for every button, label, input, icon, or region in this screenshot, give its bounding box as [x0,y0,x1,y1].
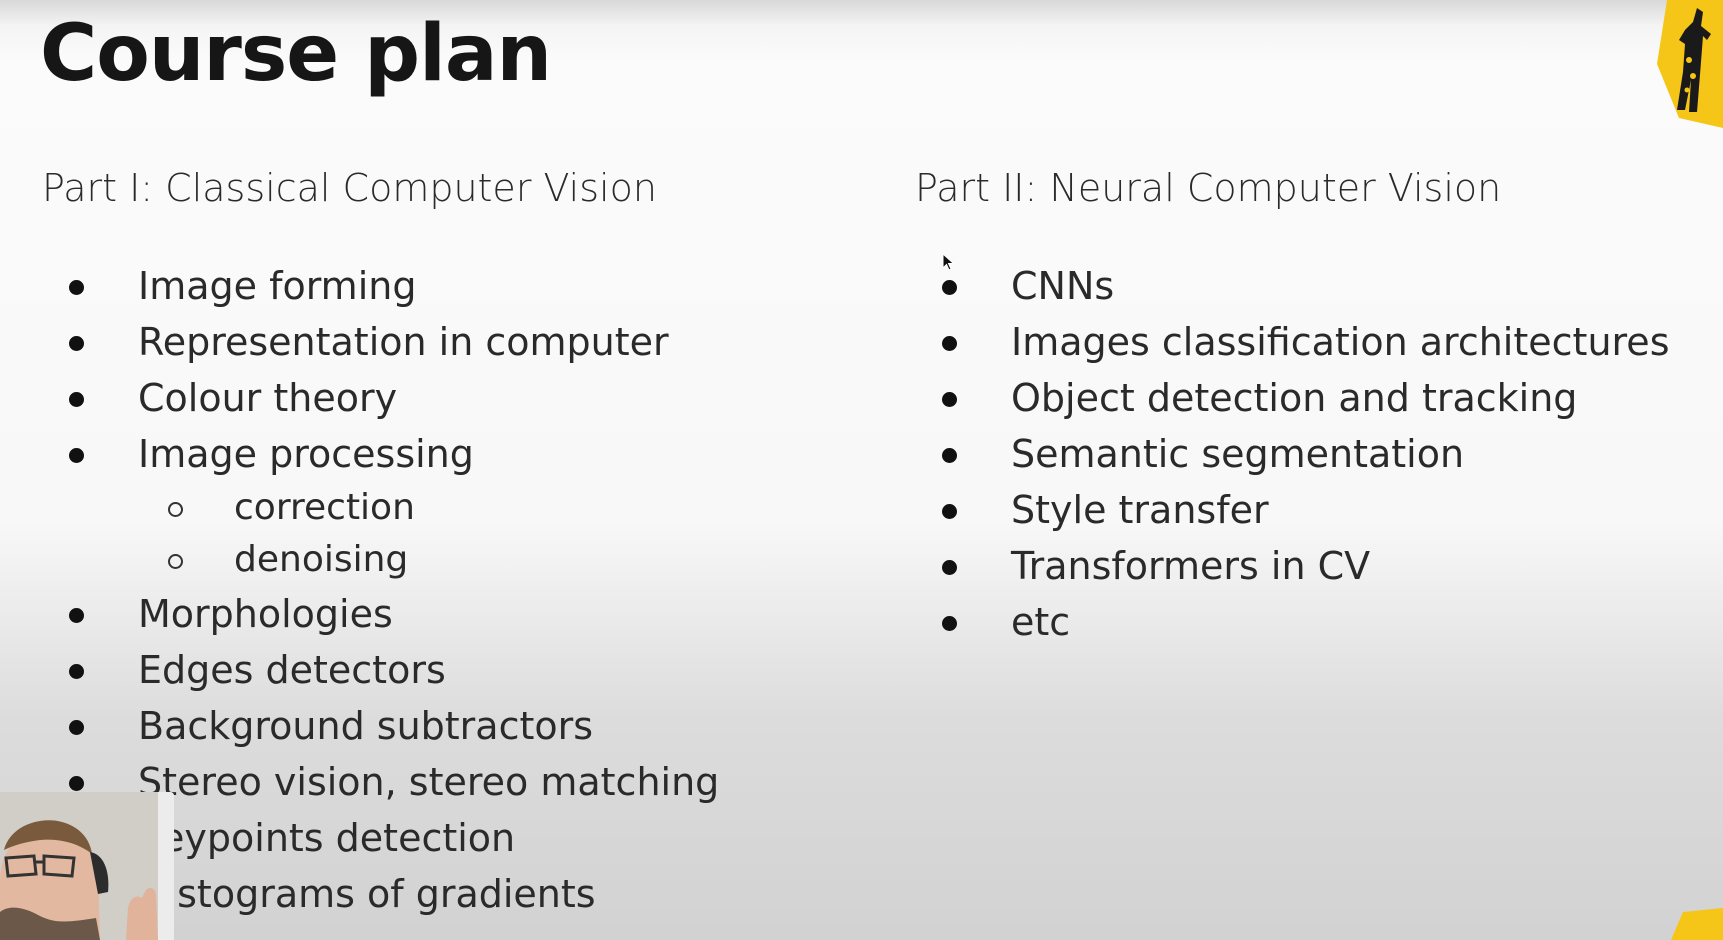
mouse-pointer-icon [942,253,955,271]
part-two-column: Part II: Neural Computer Vision CNNs Imag… [915,160,1715,644]
list-item-label: Images classification architectures [1011,320,1670,364]
bullet-icon [69,280,84,295]
bullet-icon [942,336,957,351]
bullet-icon [942,504,957,519]
bullet-icon [69,664,84,679]
list-item-label: CNNs [1011,264,1115,308]
list-item-label: correction [234,487,415,528]
list-item-label: Histograms of gradients [138,872,596,916]
list-item-label: Image forming [138,264,417,308]
list-item: Image processing [42,426,719,482]
list-item: Colour theory [42,370,719,426]
list-item: Image forming [42,258,719,314]
bullet-icon [69,336,84,351]
slide-title: Course plan [40,9,552,99]
bullet-icon [69,720,84,735]
list-item-label: Edges detectors [138,648,446,692]
list-item-label: Semantic segmentation [1011,432,1465,476]
list-item: Edges detectors [42,642,719,698]
bullet-icon [69,776,84,791]
bullet-icon [69,608,84,623]
webcam-overlay [0,792,174,940]
part-one-heading: Part I: Classical Computer Vision [42,166,657,210]
list-item: Morphologies [42,586,719,642]
list-item: etc [915,594,1670,650]
list-item-label: etc [1011,600,1071,644]
list-item-label: Image processing [138,432,474,476]
part-two-heading: Part II: Neural Computer Vision [915,166,1502,210]
slide: Course plan Part I: Classical Computer V… [0,0,1723,940]
sub-list-item: correction [42,482,719,534]
list-item-label: Representation in computer [138,320,669,364]
list-item: Object detection and tracking [915,370,1670,426]
hollow-bullet-icon [168,554,183,569]
bullet-icon [69,392,84,407]
list-item: CNNs [915,258,1670,314]
list-item-label: Background subtractors [138,704,594,748]
list-item: Semantic segmentation [915,426,1670,482]
corner-logo-tab [1671,908,1723,940]
bullet-icon [942,616,957,631]
list-item: Images classification architectures [915,314,1670,370]
list-item-label: Object detection and tracking [1011,376,1578,420]
part-two-topic-list: CNNs Images classification architectures O… [915,258,1670,650]
list-item-label: Stereo vision, stereo matching [138,760,720,804]
list-item: Style transfer [915,482,1670,538]
hollow-bullet-icon [168,502,183,517]
list-item-label: Transformers in CV [1011,544,1371,588]
bullet-icon [942,280,957,295]
list-item-label: denoising [234,539,409,580]
sub-list-item: denoising [42,534,719,586]
giraffe-logo-icon [1657,0,1723,128]
bullet-icon [69,448,84,463]
list-item: Representation in computer [42,314,719,370]
list-item: Transformers in CV [915,538,1670,594]
list-item-label: Style transfer [1011,488,1269,532]
list-item-label: Keypoints detection [138,816,516,860]
list-item: Background subtractors [42,698,719,754]
list-item-label: Morphologies [138,592,393,636]
list-item-label: Colour theory [138,376,398,420]
bullet-icon [942,560,957,575]
part-one-column: Part I: Classical Computer Vision Image … [42,160,862,916]
bullet-icon [942,392,957,407]
bullet-icon [942,448,957,463]
